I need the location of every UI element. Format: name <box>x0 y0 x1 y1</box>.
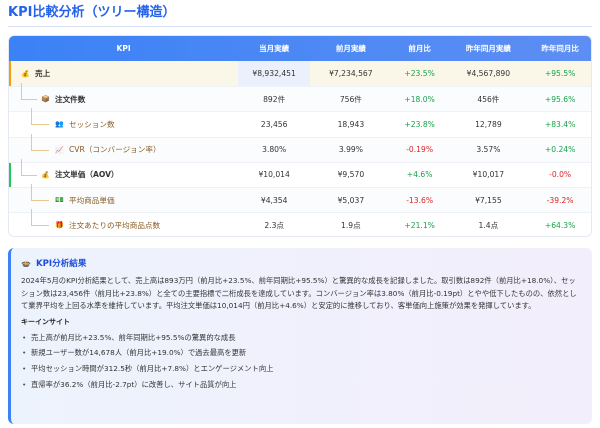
row-prev: ¥9,570 <box>337 170 365 180</box>
row-yoy-value: ¥10,017 <box>472 170 505 180</box>
row-current: ¥4,354 <box>260 195 288 205</box>
title-divider <box>8 26 592 27</box>
row-prev: 1.9点 <box>341 220 361 230</box>
header-yoy: 昨年同月比 <box>541 44 579 53</box>
row-mom: +4.6% <box>406 170 433 180</box>
table-row-aov: 💰 注文単価（AOV） ¥10,014 ¥9,570 +4.6% ¥10,017… <box>9 158 591 187</box>
summary-title: KPI分析結果 <box>35 259 87 269</box>
row-current: 23,456 <box>260 119 288 129</box>
row-label: 注文単価（AOV） <box>55 170 119 180</box>
page-title: KPI比較分析（ツリー構造） <box>8 5 176 20</box>
gift-icon: 🎁 <box>55 221 64 230</box>
insight-item: 新規ユーザー数が14,678人（前月比+19.0%）で過去最高を更新 <box>21 345 582 361</box>
insight-item: 平均セッション時間が312.5秒（前月比+7.8%）とエンゲージメント向上 <box>21 361 582 377</box>
summary-header: 🍲 KPI分析結果 <box>21 256 582 270</box>
row-kpi-cell: 📈 CVR（コンバージョン率） <box>9 138 238 162</box>
row-kpi-cell: 💰 注文単価（AOV） <box>9 163 238 187</box>
row-prev: ¥5,037 <box>337 195 365 205</box>
row-prev: 3.99% <box>338 145 363 155</box>
row-mom: -13.6% <box>406 195 434 205</box>
row-current: 2.3点 <box>264 220 285 230</box>
row-prev: 18,943 <box>337 119 365 129</box>
row-current: 892件 <box>263 94 286 104</box>
header-yoy-value: 昨年同月実績 <box>465 44 511 53</box>
row-yoy-value: 12,789 <box>475 119 502 129</box>
bowl-icon: 🍲 <box>21 258 31 268</box>
row-yoy: +0.24% <box>544 145 576 155</box>
header-mom: 前月比 <box>408 44 431 53</box>
chart-up-icon: 📈 <box>55 145 64 154</box>
row-kpi-cell: 🎁 注文あたりの平均商品点数 <box>9 213 238 236</box>
row-label: 売上 <box>35 69 51 79</box>
row-mom: +23.8% <box>404 119 435 129</box>
table-row-orders: 📦 注文件数 892件 756件 +18.0% 456件 +95.6% <box>9 83 591 112</box>
row-prev: ¥7,234,567 <box>329 69 373 79</box>
row-mom: +18.0% <box>404 94 435 104</box>
row-prev: 756件 <box>339 94 362 104</box>
row-label: CVR（コンバージョン率） <box>69 145 161 155</box>
row-yoy-value: ¥7,155 <box>475 195 502 205</box>
header-prev: 前月実績 <box>335 44 366 53</box>
row-yoy: +64.3% <box>544 220 576 230</box>
money-bag-icon: 💰 <box>41 170 50 179</box>
row-yoy-value: ¥4,567,890 <box>466 69 511 79</box>
row-yoy: +95.6% <box>544 94 576 104</box>
row-mom: +21.1% <box>404 220 435 230</box>
summary-body: 2024年5月のKPI分析結果として、売上高は893万円（前月比+23.5%、前… <box>21 276 577 311</box>
insight-list: 売上高が前月比+23.5%、前年同期比+95.5%の驚異的な成長 新規ユーザー数… <box>21 330 582 392</box>
users-icon: 👥 <box>55 120 64 129</box>
table-row-cvr: 📈 CVR（コンバージョン率） 3.80% 3.99% -0.19% 3.57%… <box>9 133 591 162</box>
row-yoy: +95.5% <box>544 69 576 79</box>
kpi-tree-table: KPI 当月実績 前月実績 前月比 昨年同月実績 昨年同月比 💰 売上 ¥8,9… <box>8 35 592 237</box>
money-bag-icon: 💰 <box>21 69 30 78</box>
row-mom: +23.5% <box>404 69 435 79</box>
insight-heading: キーインサイト <box>21 317 70 326</box>
table-row-sales: 💰 売上 ¥8,932,451 ¥7,234,567 +23.5% ¥4,567… <box>9 61 591 87</box>
row-kpi-cell: 💰 売上 <box>9 61 238 86</box>
row-yoy-value: 3.57% <box>476 145 501 155</box>
row-yoy: -39.2% <box>546 195 574 205</box>
table-header: KPI 当月実績 前月実績 前月比 昨年同月実績 昨年同月比 <box>9 36 591 61</box>
row-kpi-cell: 📦 注文件数 <box>9 87 238 111</box>
table-row-items-per-order: 🎁 注文あたりの平均商品点数 2.3点 1.9点 +21.1% 1.4点 +64… <box>9 209 591 236</box>
header-current: 当月実績 <box>259 44 290 53</box>
row-yoy: +83.4% <box>544 119 576 129</box>
header-kpi: KPI <box>116 44 131 53</box>
row-mom: -0.19% <box>406 145 434 155</box>
row-yoy-value: 1.4点 <box>478 220 499 230</box>
row-current: ¥8,932,451 <box>238 61 310 87</box>
package-icon: 📦 <box>41 95 50 104</box>
row-current: ¥10,014 <box>258 170 290 180</box>
analysis-summary-panel: 🍲 KPI分析結果 2024年5月のKPI分析結果として、売上高は893万円（前… <box>8 248 592 424</box>
insight-item: 直帰率が36.2%（前月比-2.7pt）に改善し、サイト品質が向上 <box>21 377 582 393</box>
money-icon: 💵 <box>55 196 64 205</box>
row-label: 注文件数 <box>55 94 86 104</box>
row-current: 3.80% <box>262 145 287 155</box>
row-yoy: -0.0% <box>549 170 572 180</box>
row-yoy-value: 456件 <box>477 94 500 104</box>
row-label: 平均商品単価 <box>69 195 115 205</box>
insight-item: 売上高が前月比+23.5%、前年同期比+95.5%の驚異的な成長 <box>21 330 582 346</box>
row-kpi-cell: 👥 セッション数 <box>9 112 238 136</box>
table-row-avg-price: 💵 平均商品単価 ¥4,354 ¥5,037 -13.6% ¥7,155 -39… <box>9 183 591 213</box>
table-row-sessions: 👥 セッション数 23,456 18,943 +23.8% 12,789 +83… <box>9 108 591 136</box>
row-label: 注文あたりの平均商品点数 <box>69 220 161 230</box>
row-label: セッション数 <box>69 119 115 129</box>
row-kpi-cell: 💵 平均商品単価 <box>9 188 238 212</box>
